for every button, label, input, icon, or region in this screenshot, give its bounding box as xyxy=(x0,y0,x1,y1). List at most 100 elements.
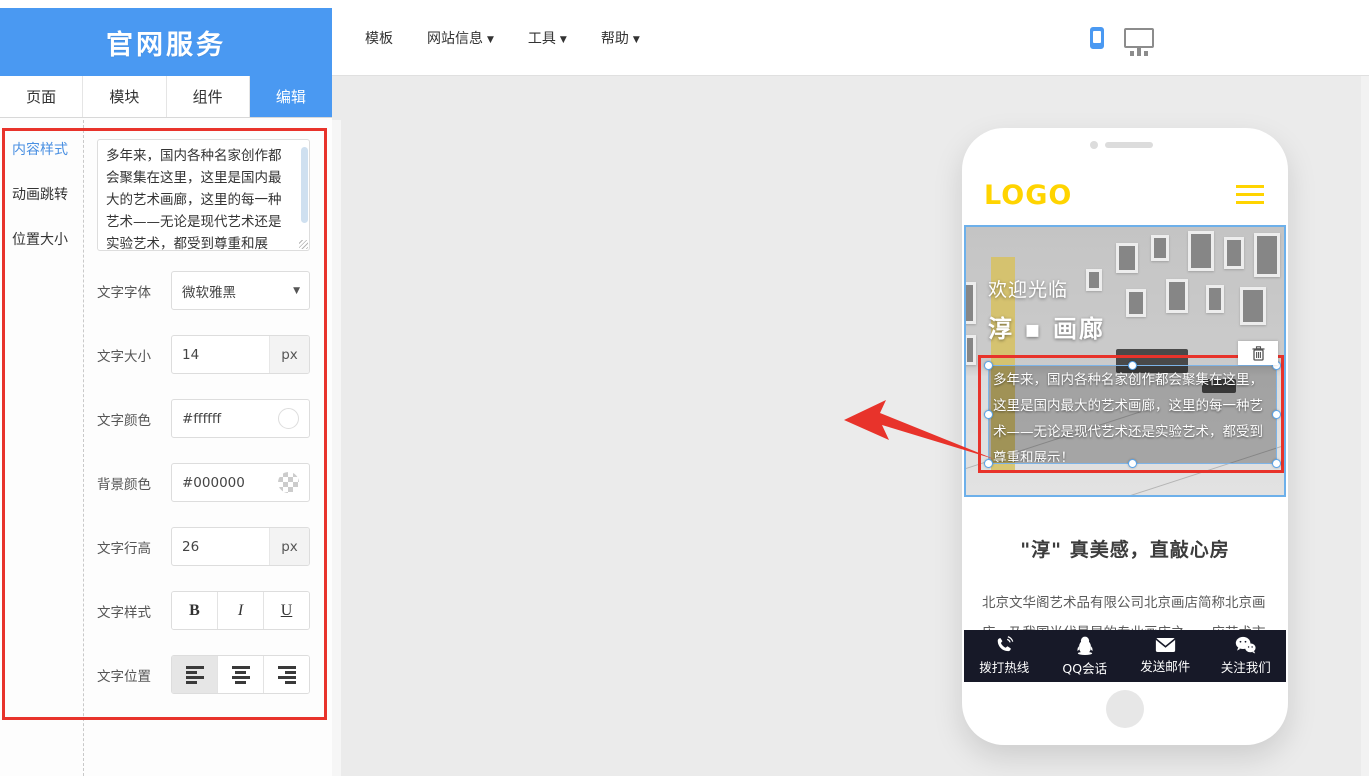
font-family-select[interactable]: 微软雅黑 ▼ xyxy=(171,271,310,310)
red-annotation-arrow xyxy=(838,396,996,464)
delete-block-button[interactable] xyxy=(1238,341,1278,365)
top-menubar: 模板 网站信息▼ 工具▼ 帮助▼ xyxy=(332,0,1369,76)
underline-letter: U xyxy=(281,602,293,620)
menu-item-site-info[interactable]: 网站信息▼ xyxy=(427,28,494,48)
website-builder-app: 官网服务 模板 网站信息▼ 工具▼ 帮助▼ 页面 模块 组件 编辑 内容样式 动… xyxy=(0,0,1369,776)
font-size-unit: px xyxy=(269,336,309,373)
resize-handle-se[interactable] xyxy=(1272,459,1281,468)
phone-handset-icon xyxy=(995,636,1014,654)
italic-button[interactable]: I xyxy=(218,592,264,629)
font-family-label: 文字字体 xyxy=(97,281,171,301)
banner-paragraph-text: 多年来，国内各种名家创作都会聚集在这里，这里是国内最大的艺术画廊，这里的每一种艺… xyxy=(993,367,1272,462)
phone-home-button[interactable] xyxy=(1106,690,1144,728)
banner-block[interactable]: 欢迎光临 淳 ▪ 画廊 多年来，国内各种名家创作都会聚集在这里，这里是国内最大的 xyxy=(964,225,1286,497)
trash-icon xyxy=(1252,346,1265,361)
selection-bounds: 多年来，国内各种名家创作都会聚集在这里，这里是国内最大的艺术画廊，这里的每一种艺… xyxy=(988,365,1277,464)
resize-handle-e[interactable] xyxy=(1272,410,1281,419)
font-size-label: 文字大小 xyxy=(97,345,171,365)
panel-divider xyxy=(83,120,84,776)
bottom-nav-label: 发送邮件 xyxy=(1140,656,1190,675)
dropdown-caret-icon: ▼ xyxy=(633,35,640,45)
tab-modules[interactable]: 模块 xyxy=(83,76,166,117)
font-color-picker[interactable]: #ffffff xyxy=(171,399,310,438)
qq-icon xyxy=(1077,636,1093,655)
resize-handle-n[interactable] xyxy=(1128,361,1137,370)
font-color-value: #ffffff xyxy=(182,411,221,427)
bg-color-value: #000000 xyxy=(182,475,245,491)
dropdown-caret-icon: ▼ xyxy=(487,35,494,45)
mobile-site-header: LOGO xyxy=(964,165,1286,225)
article-section: "淳" 真美感，直敲心房 北京文华阁艺术品有限公司北京画店简称北京画店，乃我国当… xyxy=(964,499,1286,630)
menu-item-templates[interactable]: 模板 xyxy=(365,28,393,48)
mobile-preview-icon[interactable] xyxy=(1090,27,1104,49)
hamburger-menu-icon[interactable] xyxy=(1236,185,1264,209)
resize-handle-s[interactable] xyxy=(1128,459,1137,468)
textarea-scrollbar[interactable] xyxy=(301,147,308,223)
section-position-size[interactable]: 位置大小 xyxy=(12,229,68,249)
section-content-style[interactable]: 内容样式 xyxy=(12,139,68,159)
site-logo[interactable]: LOGO xyxy=(984,180,1072,211)
bottom-nav-label: 关注我们 xyxy=(1221,657,1271,676)
textarea-resize-handle[interactable] xyxy=(299,240,308,249)
resize-handle-nw[interactable] xyxy=(984,361,993,370)
follow-us-button[interactable]: 关注我们 xyxy=(1206,630,1287,682)
phone-speaker-bar xyxy=(1105,142,1153,148)
wechat-icon xyxy=(1235,636,1256,654)
field-bg-color: 背景颜色 #000000 xyxy=(97,463,310,502)
qq-chat-button[interactable]: QQ会话 xyxy=(1045,630,1126,682)
font-size-input[interactable]: 14 xyxy=(172,347,269,363)
line-height-label: 文字行高 xyxy=(97,537,171,557)
italic-letter: I xyxy=(238,602,243,620)
bold-letter: B xyxy=(189,602,200,620)
bg-color-picker[interactable]: #000000 xyxy=(171,463,310,502)
panel-scrollbar-track[interactable] xyxy=(332,120,341,776)
phone-screen: LOGO xyxy=(964,165,1286,682)
menu-item-help[interactable]: 帮助▼ xyxy=(601,28,640,48)
menu-item-tools[interactable]: 工具▼ xyxy=(528,28,567,48)
line-height-input[interactable]: 26 xyxy=(172,539,269,555)
phone-camera-dot xyxy=(1090,141,1098,149)
page-scrollbar-track[interactable] xyxy=(1361,76,1369,776)
field-font-color: 文字颜色 #ffffff xyxy=(97,399,310,438)
font-family-value: 微软雅黑 xyxy=(182,281,236,301)
underline-button[interactable]: U xyxy=(264,592,309,629)
panel-tabs: 页面 模块 组件 编辑 xyxy=(0,76,332,118)
content-text-input[interactable]: 多年来，国内各种名家创作都会聚集在这里，这里是国内最大的艺术画廊，这里的每一种艺… xyxy=(97,139,310,251)
text-align-label: 文字位置 xyxy=(97,665,171,685)
bg-color-swatch[interactable] xyxy=(278,472,299,493)
align-right-icon xyxy=(278,666,296,684)
field-line-height: 文字行高 26 px xyxy=(97,527,310,566)
select-caret-icon: ▼ xyxy=(293,286,300,296)
align-left-button[interactable] xyxy=(172,656,218,693)
top-strip xyxy=(0,0,332,8)
tab-components[interactable]: 组件 xyxy=(167,76,250,117)
font-color-label: 文字颜色 xyxy=(97,409,171,429)
tab-pages[interactable]: 页面 xyxy=(0,76,83,117)
send-mail-button[interactable]: 发送邮件 xyxy=(1125,630,1206,682)
article-heading: "淳" 真美感，直敲心房 xyxy=(964,535,1286,562)
bold-button[interactable]: B xyxy=(172,592,218,629)
bg-color-label: 背景颜色 xyxy=(97,473,171,493)
tab-edit[interactable]: 编辑 xyxy=(250,76,332,117)
align-right-button[interactable] xyxy=(264,656,309,693)
hotline-button[interactable]: 拨打热线 xyxy=(964,630,1045,682)
field-font-style: 文字样式 B I U xyxy=(97,591,310,630)
desktop-preview-icon[interactable] xyxy=(1124,28,1154,48)
align-center-button[interactable] xyxy=(218,656,264,693)
device-preview-toggle xyxy=(1090,0,1154,76)
brand-header: 官网服务 xyxy=(0,8,332,76)
edit-panel: 内容样式 动画跳转 位置大小 多年来，国内各种名家创作都会聚集在这里，这里是国内… xyxy=(0,118,332,776)
field-font-family: 文字字体 微软雅黑 ▼ xyxy=(97,271,310,310)
dropdown-caret-icon: ▼ xyxy=(560,35,567,45)
selected-text-block[interactable]: 多年来，国内各种名家创作都会聚集在这里，这里是国内最大的艺术画廊，这里的每一种艺… xyxy=(978,355,1284,473)
mail-icon xyxy=(1155,637,1176,653)
banner-welcome-text: 欢迎光临 xyxy=(988,275,1068,302)
font-style-label: 文字样式 xyxy=(97,601,171,621)
section-animation-jump[interactable]: 动画跳转 xyxy=(12,184,68,204)
phone-mockup: LOGO xyxy=(962,128,1288,745)
align-center-icon xyxy=(232,666,250,684)
line-height-unit: px xyxy=(269,528,309,565)
top-menu-items: 模板 网站信息▼ 工具▼ 帮助▼ xyxy=(332,28,640,48)
field-text-align: 文字位置 xyxy=(97,655,310,694)
font-color-swatch[interactable] xyxy=(278,408,299,429)
